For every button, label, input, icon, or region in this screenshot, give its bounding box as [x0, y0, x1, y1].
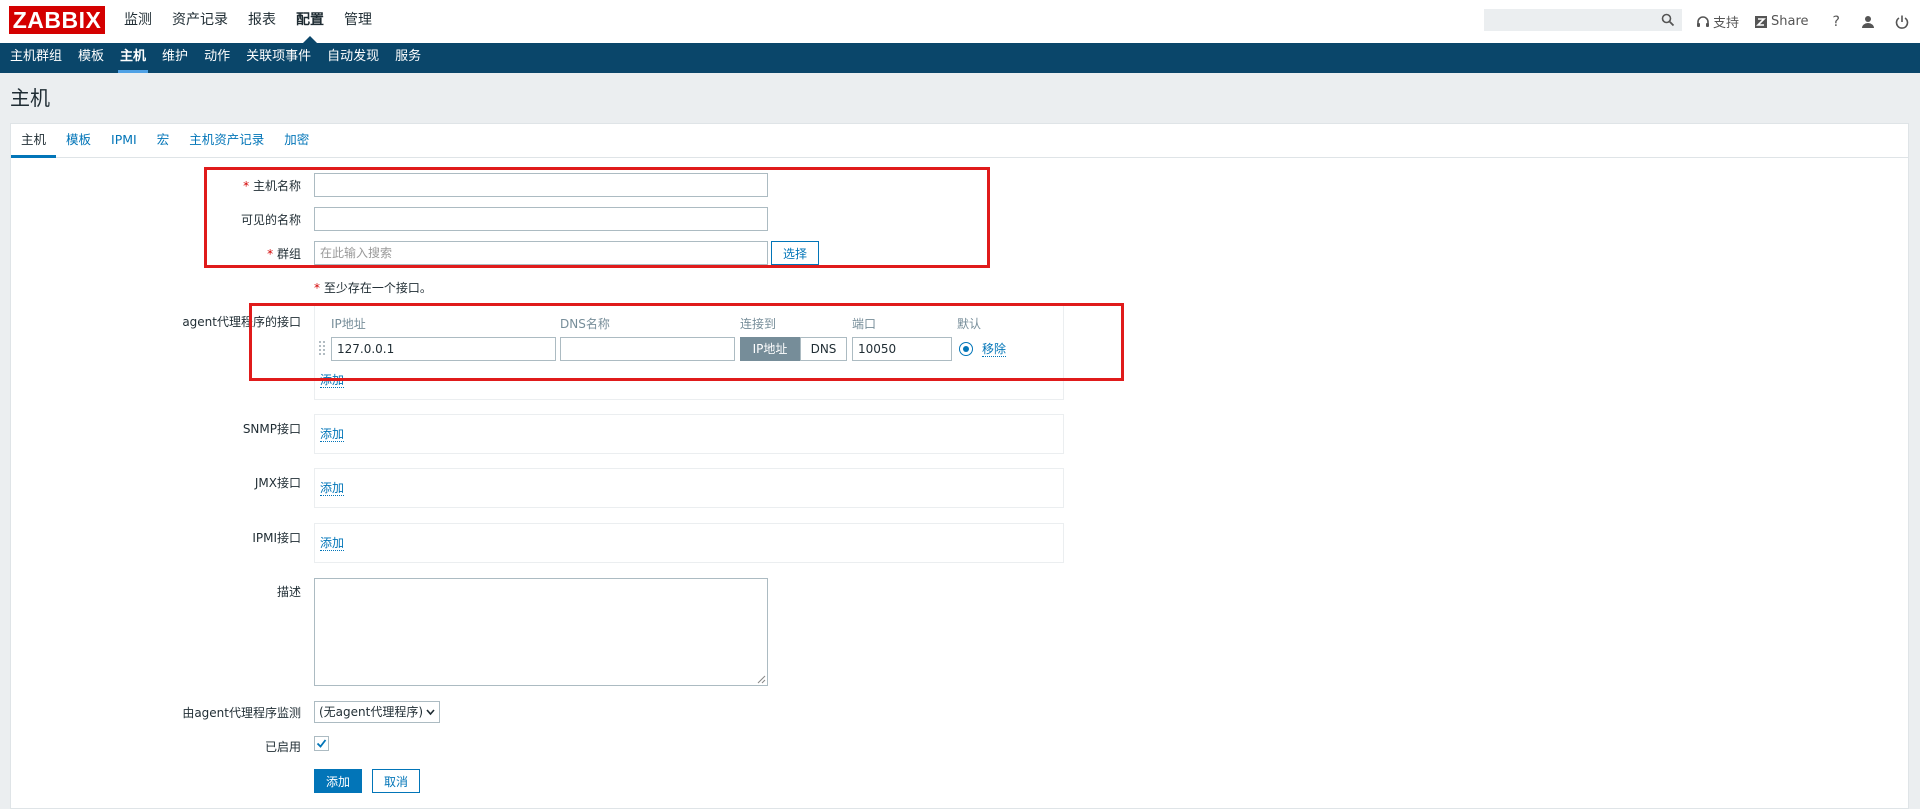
required-marker: *: [314, 281, 320, 295]
visible-name-label: 可见的名称: [240, 213, 301, 227]
top-bar: ZABBIX 监测 资产记录 报表 配置 管理 支持 Share ?: [0, 0, 1920, 44]
subnav-maintenance[interactable]: 维护: [154, 43, 196, 73]
groups-label: * 群组: [267, 245, 301, 262]
interface-required-note: * 至少存在一个接口。: [314, 279, 432, 296]
host-name-label-text: 主机名称: [252, 179, 301, 193]
connect-ip-toggle[interactable]: IP地址: [740, 337, 800, 361]
subnav-discovery[interactable]: 自动发现: [319, 43, 387, 73]
subnav-templates[interactable]: 模板: [70, 43, 112, 73]
groups-label-text: 群组: [276, 247, 301, 261]
top-nav: 监测 资产记录 报表 配置 管理: [114, 0, 382, 44]
cancel-button[interactable]: 取消: [372, 769, 420, 793]
col-port-header: 端口: [852, 317, 877, 331]
resize-handle-icon[interactable]: [757, 675, 766, 684]
required-marker: *: [267, 247, 274, 261]
search-input[interactable]: [1485, 10, 1667, 30]
power-logout-icon[interactable]: [1894, 14, 1910, 30]
default-interface-radio[interactable]: [959, 342, 973, 356]
drag-handle-icon[interactable]: [318, 339, 326, 359]
host-name-label: * 主机名称: [243, 177, 301, 194]
proxy-select-value: (无agent代理程序): [319, 705, 424, 719]
add-jmx-interface-link[interactable]: 添加: [320, 481, 345, 496]
topnav-monitoring[interactable]: 监测: [114, 0, 162, 43]
interface-note-text: 至少存在一个接口。: [323, 281, 432, 295]
select-groups-button[interactable]: 选择: [771, 241, 819, 265]
subnav-actions[interactable]: 动作: [196, 43, 238, 73]
user-profile-icon[interactable]: [1860, 14, 1876, 30]
form-tabs: 主机 模板 IPMI 宏 主机资产记录 加密: [11, 124, 1908, 158]
help-icon: ?: [1832, 13, 1840, 30]
search-box: [1484, 9, 1682, 31]
zabbix-logo[interactable]: ZABBIX: [9, 6, 105, 34]
snmp-interfaces-label: SNMP接口: [242, 422, 301, 436]
tab-templates[interactable]: 模板: [56, 124, 101, 157]
checkmark-icon: [316, 739, 327, 748]
agent-interfaces-label: agent代理程序的接口: [182, 315, 301, 329]
tab-inventory[interactable]: 主机资产记录: [179, 124, 274, 157]
topnav-administration[interactable]: 管理: [334, 0, 382, 43]
jmx-interfaces-box: [314, 468, 1064, 508]
add-host-button[interactable]: 添加: [314, 769, 362, 793]
host-form-panel: 主机 模板 IPMI 宏 主机资产记录 加密 * 主机名称 可见的名称 * 群组…: [10, 123, 1909, 809]
topnav-configuration-label: 配置: [296, 12, 324, 28]
col-dns-header: DNS名称: [560, 317, 610, 331]
subnav-event-correlation[interactable]: 关联项事件: [238, 43, 319, 73]
share-label: Share: [1771, 14, 1809, 29]
enabled-checkbox[interactable]: [314, 736, 329, 751]
support-label: 支持: [1713, 16, 1740, 31]
proxy-select[interactable]: (无agent代理程序): [314, 701, 440, 723]
top-right-links: 支持 Share ?: [1695, 0, 1912, 43]
tab-macros[interactable]: 宏: [147, 124, 180, 157]
share-link[interactable]: Share: [1753, 14, 1809, 30]
tab-host[interactable]: 主机: [11, 124, 57, 158]
add-agent-interface-link[interactable]: 添加: [320, 373, 345, 388]
description-label: 描述: [276, 585, 301, 599]
description-textarea[interactable]: [314, 578, 768, 686]
support-link[interactable]: 支持: [1695, 12, 1739, 31]
jmx-interfaces-label: JMX接口: [254, 476, 301, 490]
subnav-hosts[interactable]: 主机: [112, 43, 154, 73]
topnav-inventory[interactable]: 资产记录: [162, 0, 238, 43]
required-marker: *: [243, 179, 250, 193]
col-ip-header: IP地址: [331, 317, 366, 331]
chevron-down-icon: [426, 709, 435, 716]
agent-port-input[interactable]: [852, 337, 952, 361]
search-icon[interactable]: [1661, 13, 1675, 27]
subnav-services[interactable]: 服务: [387, 43, 429, 73]
enabled-label: 已启用: [264, 740, 301, 754]
snmp-interfaces-box: [314, 414, 1064, 454]
visible-name-input[interactable]: [314, 207, 768, 231]
add-snmp-interface-link[interactable]: 添加: [320, 427, 345, 442]
col-default-header: 默认: [957, 317, 982, 331]
agent-ip-input[interactable]: [331, 337, 556, 361]
ipmi-interfaces-box: [314, 523, 1064, 563]
ipmi-interfaces-label: IPMI接口: [252, 531, 301, 545]
groups-search-input[interactable]: [314, 241, 768, 265]
help-link[interactable]: ?: [1833, 14, 1840, 30]
subnav-host-groups[interactable]: 主机群组: [0, 43, 70, 73]
headset-icon: [1697, 15, 1709, 27]
tab-encryption[interactable]: 加密: [274, 124, 319, 157]
agent-dns-input[interactable]: [560, 337, 735, 361]
monitored-by-proxy-label: 由agent代理程序监测: [182, 706, 301, 720]
col-connect-header: 连接到: [740, 317, 777, 331]
tab-ipmi[interactable]: IPMI: [101, 124, 147, 157]
sub-nav: 主机群组 模板 主机 维护 动作 关联项事件 自动发现 服务: [0, 43, 1920, 73]
topnav-reports[interactable]: 报表: [238, 0, 286, 43]
remove-interface-link[interactable]: 移除: [982, 342, 1007, 357]
add-ipmi-interface-link[interactable]: 添加: [320, 536, 345, 551]
topnav-configuration[interactable]: 配置: [286, 0, 334, 44]
connect-dns-toggle[interactable]: DNS: [800, 337, 847, 361]
share-z-icon: [1755, 15, 1768, 28]
page-title: 主机: [10, 86, 50, 110]
host-name-input[interactable]: [314, 173, 768, 197]
